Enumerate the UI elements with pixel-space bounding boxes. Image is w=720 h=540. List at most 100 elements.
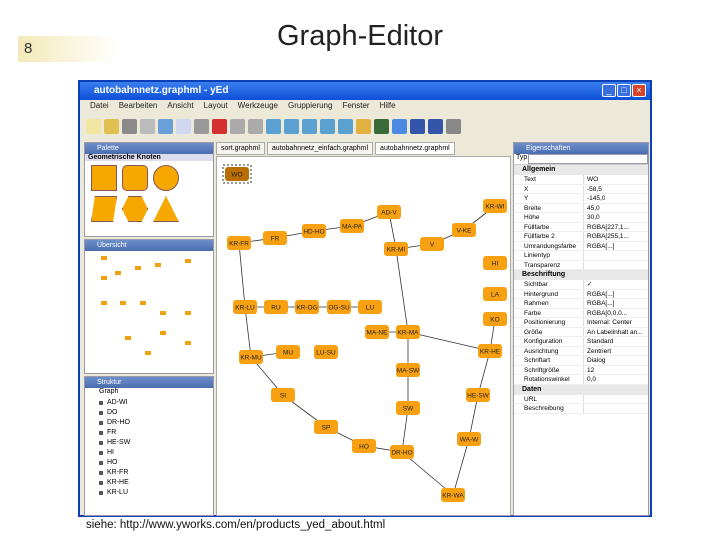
property-value[interactable]: RGBA[255,1... bbox=[584, 232, 629, 241]
property-value[interactable]: Standard bbox=[584, 337, 613, 346]
ellipse-shape[interactable] bbox=[153, 165, 179, 191]
grid-icon[interactable] bbox=[410, 119, 425, 134]
menu-ansicht[interactable]: Ansicht bbox=[167, 101, 193, 114]
close-button[interactable]: × bbox=[632, 84, 646, 97]
tree-item[interactable]: KR-HE bbox=[85, 478, 213, 488]
property-value[interactable]: ✓ bbox=[584, 280, 592, 289]
menu-gruppierung[interactable]: Gruppierung bbox=[288, 101, 332, 114]
property-value[interactable] bbox=[584, 395, 587, 404]
delete-icon[interactable] bbox=[212, 119, 227, 134]
menu-datei[interactable]: Datei bbox=[90, 101, 109, 114]
tree-item[interactable]: HO bbox=[85, 458, 213, 468]
tree-item[interactable]: DR-HO bbox=[85, 418, 213, 428]
minimize-button[interactable]: _ bbox=[602, 84, 616, 97]
tree-item[interactable]: KR-LU bbox=[85, 488, 213, 498]
graph-edge[interactable] bbox=[452, 438, 470, 496]
tree-item[interactable]: KR-FR bbox=[85, 468, 213, 478]
property-value[interactable]: RGBA[0,0,0... bbox=[584, 309, 627, 318]
zoom-in-icon[interactable] bbox=[266, 119, 281, 134]
property-value[interactable]: WO bbox=[584, 175, 598, 184]
menu-fenster[interactable]: Fenster bbox=[342, 101, 369, 114]
property-value[interactable]: 0,0 bbox=[584, 375, 596, 384]
tab-autobahnnetz[interactable]: autobahnnetz.graphml bbox=[375, 142, 455, 155]
property-value[interactable]: 30,0 bbox=[584, 213, 600, 222]
property-row[interactable]: Transparenz bbox=[514, 260, 648, 270]
save-icon[interactable] bbox=[122, 119, 137, 134]
property-row[interactable]: Linientyp bbox=[514, 251, 648, 261]
graph-svg[interactable]: WO AD-V KR-WI MA-PA HD-HO V-KE FR KR-FR V KR-MI HI… bbox=[217, 157, 510, 515]
property-row[interactable]: X -58,5 bbox=[514, 184, 648, 194]
property-row[interactable]: Höhe 30,0 bbox=[514, 213, 648, 223]
settings-icon[interactable] bbox=[446, 119, 461, 134]
type-select[interactable] bbox=[528, 154, 648, 164]
property-value[interactable]: Dialog bbox=[584, 356, 605, 365]
property-value[interactable]: RGBA[...] bbox=[584, 290, 614, 299]
property-value[interactable]: Zentriert bbox=[584, 347, 611, 356]
property-row[interactable]: Größe An Labelinhalt an... bbox=[514, 327, 648, 337]
graph-canvas[interactable]: WO AD-V KR-WI MA-PA HD-HO V-KE FR KR-FR V KR-MI HI… bbox=[216, 156, 511, 516]
graph-edge[interactable] bbox=[238, 242, 246, 308]
overview-minimap[interactable] bbox=[85, 251, 213, 371]
tree-item[interactable]: AD-WI bbox=[85, 398, 213, 408]
property-row[interactable]: Konfiguration Standard bbox=[514, 337, 648, 347]
property-row[interactable]: Füllfarbe RGBA[227,1... bbox=[514, 222, 648, 232]
property-row[interactable]: Umrandungsfarbe RGBA[...] bbox=[514, 241, 648, 251]
fit-content-icon[interactable] bbox=[356, 119, 371, 134]
zoom-selection-icon[interactable] bbox=[338, 119, 353, 134]
graph-edge[interactable] bbox=[395, 248, 409, 333]
zoom-fit-icon[interactable] bbox=[320, 119, 335, 134]
property-row[interactable]: Text WO bbox=[514, 175, 648, 185]
tree-root[interactable]: Graph bbox=[85, 388, 213, 398]
tab-sort[interactable]: sort.graphml bbox=[216, 142, 265, 155]
tree-item[interactable]: FR bbox=[85, 428, 213, 438]
menu-bearbeiten[interactable]: Bearbeiten bbox=[119, 101, 158, 114]
hexagon-shape[interactable] bbox=[122, 196, 148, 222]
property-value[interactable]: -145,0 bbox=[584, 194, 605, 203]
open-icon[interactable] bbox=[104, 119, 119, 134]
property-section[interactable]: Daten bbox=[514, 384, 648, 395]
menu-hilfe[interactable]: Hilfe bbox=[380, 101, 396, 114]
cut-icon[interactable] bbox=[158, 119, 173, 134]
property-row[interactable]: Breite 45,0 bbox=[514, 203, 648, 213]
edit-mode-icon[interactable] bbox=[374, 119, 389, 134]
menu-layout[interactable]: Layout bbox=[204, 101, 228, 114]
triangle-shape[interactable] bbox=[153, 196, 179, 222]
property-value[interactable]: An Labelinhalt an... bbox=[584, 328, 643, 337]
property-section[interactable]: Beschriftung bbox=[514, 270, 648, 280]
property-value[interactable]: RGBA[...] bbox=[584, 299, 614, 308]
property-row[interactable]: Positionierung Internal: Center bbox=[514, 318, 648, 328]
graph-edge[interactable] bbox=[407, 331, 491, 352]
paste-icon[interactable] bbox=[194, 119, 209, 134]
graph-edge[interactable] bbox=[244, 306, 252, 358]
snap-grid-icon[interactable] bbox=[428, 119, 443, 134]
maximize-button[interactable]: □ bbox=[617, 84, 631, 97]
undo-icon[interactable] bbox=[230, 119, 245, 134]
zoom-out-icon[interactable] bbox=[284, 119, 299, 134]
property-row[interactable]: Farbe RGBA[0,0,0... bbox=[514, 308, 648, 318]
property-value[interactable]: RGBA[227,1... bbox=[584, 223, 629, 232]
property-value[interactable]: RGBA[...] bbox=[584, 242, 614, 251]
property-value[interactable] bbox=[584, 261, 587, 270]
copy-icon[interactable] bbox=[176, 119, 191, 134]
new-icon[interactable] bbox=[86, 119, 101, 134]
property-section[interactable]: Allgemein bbox=[514, 165, 648, 175]
property-row[interactable]: Rotationswinkel 0,0 bbox=[514, 375, 648, 385]
property-row[interactable]: Rahmen RGBA[...] bbox=[514, 299, 648, 309]
property-row[interactable]: Schriftgröße 12 bbox=[514, 365, 648, 375]
menu-werkzeuge[interactable]: Werkzeuge bbox=[238, 101, 278, 114]
print-icon[interactable] bbox=[140, 119, 155, 134]
property-value[interactable]: -58,5 bbox=[584, 185, 602, 194]
tree-item[interactable]: HI bbox=[85, 448, 213, 458]
tab-autobahnnetz-einfach[interactable]: autobahnnetz_einfach.graphml bbox=[266, 142, 374, 155]
rectangle-shape[interactable] bbox=[91, 165, 117, 191]
navigate-icon[interactable] bbox=[392, 119, 407, 134]
property-value[interactable] bbox=[584, 251, 587, 260]
property-value[interactable]: 12 bbox=[584, 366, 594, 375]
rounded-rectangle-shape[interactable] bbox=[122, 165, 148, 191]
zoom-100-icon[interactable] bbox=[302, 119, 317, 134]
property-row[interactable]: Beschreibung bbox=[514, 404, 648, 414]
property-row[interactable]: Hintergrund RGBA[...] bbox=[514, 289, 648, 299]
property-row[interactable]: URL bbox=[514, 394, 648, 404]
property-row[interactable]: Schriftart Dialog bbox=[514, 356, 648, 366]
parallelogram-shape[interactable] bbox=[91, 196, 117, 222]
